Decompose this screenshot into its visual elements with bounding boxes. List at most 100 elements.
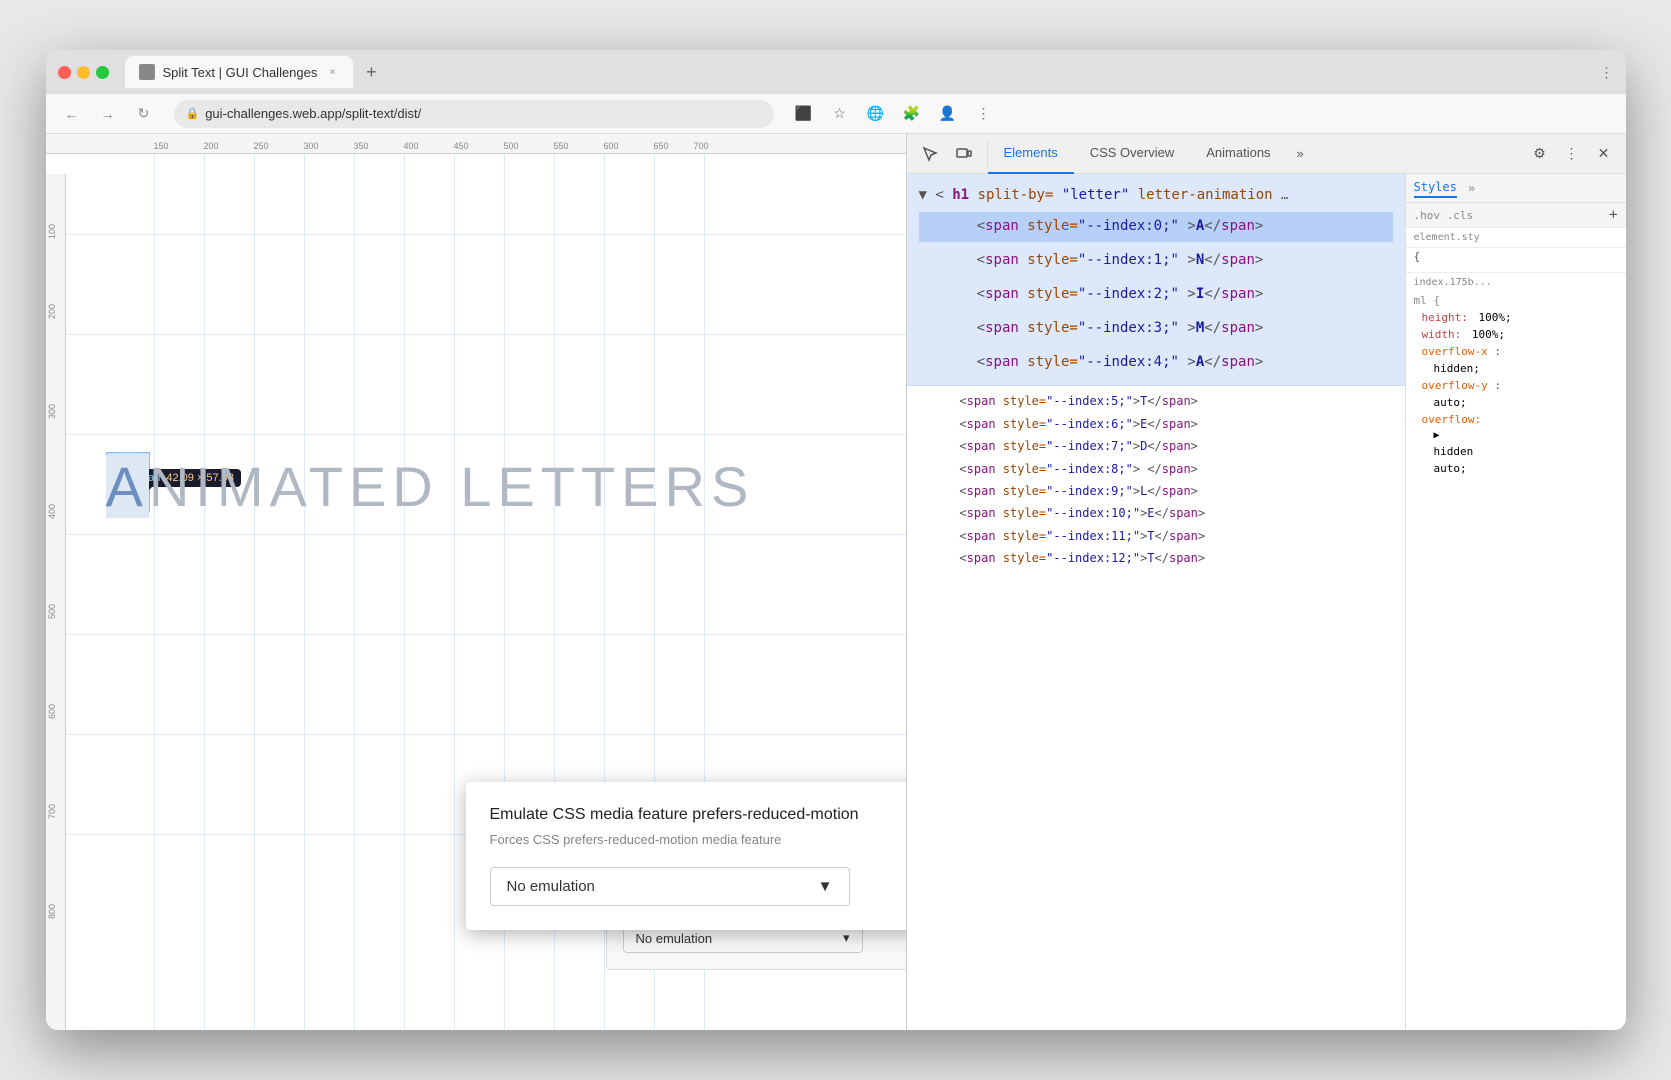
tag-h1-name: h1	[952, 187, 969, 203]
letter-a: A	[106, 455, 149, 518]
bookmark-icon[interactable]: ☆	[826, 100, 854, 128]
styles-val-overflow-arrow: ▶	[1406, 428, 1626, 443]
media-emulation-select[interactable]: No emulation ▼	[490, 867, 850, 906]
colon2: :	[1494, 379, 1501, 392]
styles-panel-header: Styles »	[1406, 174, 1626, 203]
styles-tab-styles[interactable]: Styles	[1414, 178, 1457, 198]
devtools-header: Elements CSS Overview Animations » ⚙ ⋮ ✕	[907, 134, 1626, 174]
settings-icon[interactable]: ⋮	[970, 100, 998, 128]
span-line-12[interactable]: <span style="--index:12;">T</span>	[907, 547, 1405, 569]
devtools-tabs: Elements CSS Overview Animations »	[988, 134, 1518, 174]
colon1: :	[1494, 345, 1501, 358]
span-index-3-line[interactable]: <span style="--index:3;" >M</span>	[919, 314, 1393, 344]
ruler-mark-250: 250	[254, 141, 269, 151]
ruler-mark-150: 150	[154, 141, 169, 151]
new-tab-button[interactable]: +	[357, 58, 385, 86]
span-index-1-line[interactable]: <span style="--index:1;" >N</span>	[919, 246, 1393, 276]
url-text: gui-challenges.web.app/split-text/dist/	[205, 106, 421, 121]
ruler-mark-450: 450	[454, 141, 469, 151]
tab-animations[interactable]: Animations	[1190, 134, 1286, 174]
inspect-element-tool[interactable]	[915, 139, 945, 169]
chrome-menu-icon[interactable]: ⋮	[1600, 64, 1614, 81]
tag-open: <	[935, 187, 943, 203]
back-button[interactable]: ←	[58, 100, 86, 128]
prop-name-overflow-x: overflow-x	[1422, 345, 1488, 358]
span-line-7[interactable]: <span style="--index:7;">D</span>	[907, 435, 1405, 457]
h1-element-line[interactable]: ▼ < h1 split-by= "letter" letter-animati…	[919, 182, 1393, 208]
span-index-4-line[interactable]: <span style="--index:4;" >A</span>	[919, 348, 1393, 378]
forward-button[interactable]: →	[94, 100, 122, 128]
ruler-mark-v-200: 200	[47, 304, 57, 319]
styles-val-hidden-auto: hidden	[1406, 443, 1626, 460]
animated-letters: ANIMATED LETTERS	[106, 454, 755, 519]
ruler-mark-400: 400	[404, 141, 419, 151]
chrome-extension-icon[interactable]: 🌐	[862, 100, 890, 128]
tab-elements[interactable]: Elements	[988, 134, 1074, 174]
profile-icon[interactable]: 👤	[934, 100, 962, 128]
fullscreen-button[interactable]	[96, 66, 109, 79]
tab-animations-label: Animations	[1206, 145, 1270, 160]
cast-icon[interactable]: ⬛	[790, 100, 818, 128]
prop-name-width: width:	[1422, 328, 1462, 341]
ruler-mark-500: 500	[504, 141, 519, 151]
styles-tab-separator: »	[1465, 181, 1475, 195]
styles-add-rule-icon[interactable]: +	[1609, 207, 1617, 223]
val-hidden-auto: hidden	[1434, 445, 1474, 458]
styles-prop-overflow: overflow:	[1406, 411, 1626, 428]
tab-close-button[interactable]: ×	[325, 65, 339, 79]
devtools-tools	[907, 139, 988, 169]
ruler-mark-650: 650	[654, 141, 669, 151]
styles-element-label: element.sty	[1406, 228, 1626, 248]
span-line-6[interactable]: <span style="--index:6;">E</span>	[907, 413, 1405, 435]
active-tab[interactable]: Split Text | GUI Challenges ×	[125, 56, 354, 88]
prop-value-width: 100%;	[1472, 328, 1505, 341]
ruler-top: 150 200 250 300 350 400 450 500 550 600 …	[46, 134, 906, 154]
styles-prop-width: width: 100%;	[1406, 326, 1626, 343]
span-line-11[interactable]: <span style="--index:11;">T</span>	[907, 525, 1405, 547]
prop-name-height: height:	[1422, 311, 1468, 324]
refresh-button[interactable]: ↻	[130, 100, 158, 128]
chevron-down-icon-secondary: ▾	[843, 930, 850, 946]
styles-rule-open: {	[1406, 248, 1626, 265]
browser-window: Split Text | GUI Challenges × + ⋮ ← → ↻ …	[46, 50, 1626, 1030]
styles-val-hidden: hidden;	[1406, 360, 1626, 377]
tab-more-button[interactable]: »	[1287, 134, 1314, 174]
overflow-triangle: ▶	[1434, 430, 1440, 441]
span-line-10[interactable]: <span style="--index:10;">E</span>	[907, 502, 1405, 524]
address-bar[interactable]: 🔒 gui-challenges.web.app/split-text/dist…	[174, 100, 774, 128]
devtools-settings-icon[interactable]: ⚙	[1526, 140, 1554, 168]
lower-code-section: <span style="--index:5;">T</span> <span …	[907, 386, 1405, 1030]
span-index-2-line[interactable]: <span style="--index:2;" >I</span>	[919, 280, 1393, 310]
chevron-down-icon: ▼	[818, 878, 833, 895]
ruler-mark-v-500: 500	[47, 604, 57, 619]
devtools-actions: ⚙ ⋮ ✕	[1518, 140, 1626, 168]
extensions-icon[interactable]: 🧩	[898, 100, 926, 128]
title-bar-right: ⋮	[1600, 64, 1614, 81]
attr-letter-anim: letter-animation	[1138, 187, 1273, 203]
media-popup-description: Forces CSS prefers-reduced-motion media …	[490, 832, 906, 847]
elements-panel: ▼ < h1 split-by= "letter" letter-animati…	[907, 174, 1406, 1030]
device-toggle-tool[interactable]	[949, 139, 979, 169]
ruler-mark-v-700: 700	[47, 804, 57, 819]
devtools-close-icon[interactable]: ✕	[1590, 140, 1618, 168]
devtools-panel: Elements CSS Overview Animations » ⚙ ⋮ ✕	[906, 134, 1626, 1030]
val-auto2: auto;	[1434, 462, 1467, 475]
span-line-5[interactable]: <span style="--index:5;">T</span>	[907, 390, 1405, 412]
minimize-button[interactable]	[77, 66, 90, 79]
ruler-mark-200: 200	[204, 141, 219, 151]
close-button[interactable]	[58, 66, 71, 79]
prop-name-overflow-y: overflow-y	[1422, 379, 1488, 392]
styles-filter-row: .hov .cls +	[1406, 203, 1626, 228]
traffic-lights	[58, 66, 109, 79]
span-index-0-line[interactable]: <span style="--index:0;" >A</span>	[919, 212, 1393, 242]
devtools-more-icon[interactable]: ⋮	[1558, 140, 1586, 168]
ruler-mark-v-800: 800	[47, 904, 57, 919]
styles-prop-overflow-x: overflow-x :	[1406, 343, 1626, 360]
span-line-9[interactable]: <span style="--index:9;">L</span>	[907, 480, 1405, 502]
span-line-8[interactable]: <span style="--index:8;"> </span>	[907, 458, 1405, 480]
tab-css-overview[interactable]: CSS Overview	[1074, 134, 1191, 174]
styles-panel: Styles » .hov .cls + element.sty {	[1406, 174, 1626, 1030]
ruler-mark-700: 700	[694, 141, 709, 151]
prop-name-overflow: overflow:	[1422, 413, 1482, 426]
tab-css-label: CSS Overview	[1090, 145, 1175, 160]
